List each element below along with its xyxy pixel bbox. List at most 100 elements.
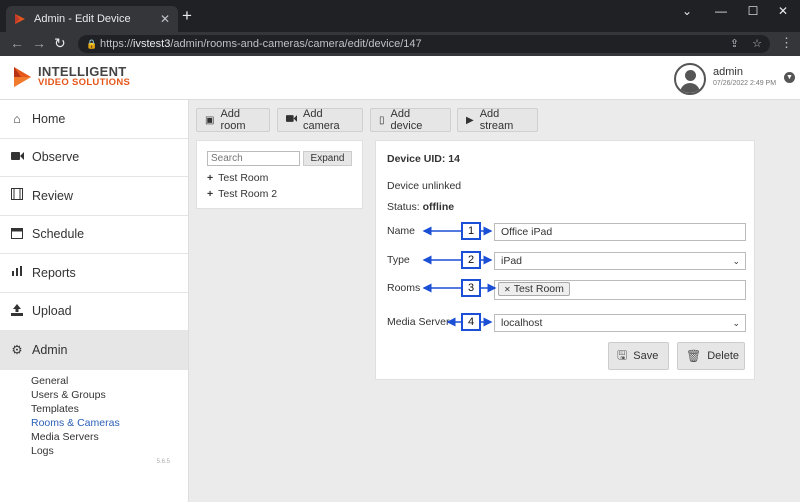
callout-3: 3: [461, 279, 481, 297]
add-stream-button[interactable]: ▶ Add stream: [457, 108, 538, 132]
callout-1: 1: [461, 222, 481, 240]
sidebar-item-home[interactable]: ⌂ Home: [0, 100, 188, 139]
name-field[interactable]: Office iPad: [494, 223, 746, 241]
room-icon: ▣: [205, 114, 215, 126]
forward-icon[interactable]: →: [32, 35, 46, 51]
sidebar-item-label: Review: [32, 188, 73, 203]
chevron-down-icon: ⌄: [732, 318, 740, 328]
version-label: 5.6.5: [156, 459, 170, 465]
subnav-logs[interactable]: Logs: [31, 444, 188, 458]
logo-line1: INTELLIGENT: [38, 64, 127, 79]
subnav-rooms-cameras[interactable]: Rooms & Cameras: [31, 416, 188, 430]
sidebar-item-upload[interactable]: Upload: [0, 293, 188, 331]
status-badge: offline: [422, 201, 455, 213]
url-prefix: https://: [100, 38, 134, 50]
remove-tag-icon[interactable]: ✕: [504, 285, 511, 294]
callout-2: 2: [461, 251, 481, 269]
browser-tab[interactable]: Admin - Edit Device ✕: [6, 6, 178, 32]
expand-button[interactable]: Expand: [303, 151, 352, 166]
home-icon: ⌂: [13, 111, 21, 126]
logo-line2: VIDEO SOLUTIONS: [38, 77, 131, 88]
bookmark-star-icon[interactable]: ☆: [752, 38, 762, 50]
callout-4: 4: [461, 313, 481, 331]
minimize-icon[interactable]: —: [706, 4, 736, 18]
play-circle-icon: ▶: [466, 114, 474, 126]
room-tag: ✕ Test Room: [498, 282, 570, 296]
name-label: Name: [387, 225, 416, 237]
device-form-panel: Device UID: 14 Device unlinked Status: o…: [375, 140, 755, 380]
expand-plus-icon[interactable]: +: [207, 172, 213, 184]
browser-titlebar: Admin - Edit Device ✕ + ⌄ — ☐ ✕: [0, 0, 800, 32]
reload-icon[interactable]: ↻: [54, 35, 66, 51]
rooms-label: Rooms: [387, 282, 421, 294]
user-menu-chevron-icon[interactable]: ▼: [784, 72, 795, 83]
lock-icon: 🔒: [86, 39, 98, 49]
url-path: /admin/rooms-and-cameras/camera/edit/dev…: [170, 38, 422, 50]
add-device-button[interactable]: ▯ Add device: [370, 108, 451, 132]
subnav-users-groups[interactable]: Users & Groups: [31, 388, 188, 402]
maximize-icon[interactable]: ☐: [738, 4, 768, 18]
tree-item-test-room[interactable]: + Test Room: [207, 172, 268, 184]
chevron-down-icon[interactable]: ⌄: [672, 4, 702, 18]
subnav-general[interactable]: General: [31, 374, 188, 388]
sidebar-item-label: Schedule: [32, 227, 85, 242]
browser-toolbar: ← → ↻ 🔒 https://ivstest3/admin/rooms-and…: [0, 32, 800, 56]
film-icon: [10, 188, 24, 203]
tree-search-input[interactable]: [207, 151, 300, 166]
tablet-icon: ▯: [379, 114, 385, 126]
delete-button[interactable]: 🗑 Delete: [677, 342, 745, 370]
sidebar-item-label: Admin: [32, 342, 68, 357]
room-tree-panel: Expand +Test Room +Test Room 2: [196, 140, 363, 209]
upload-icon: [10, 303, 24, 319]
share-icon[interactable]: ⇪: [730, 38, 739, 50]
rooms-field[interactable]: ✕ Test Room: [494, 280, 746, 300]
chevron-down-icon: ⌄: [732, 256, 740, 266]
app-favicon-icon: [15, 14, 25, 24]
trash-icon: 🗑: [686, 349, 702, 363]
back-icon[interactable]: ←: [10, 35, 24, 51]
tab-close-icon[interactable]: ✕: [160, 12, 170, 26]
floppy-disk-icon: 🖫: [617, 347, 628, 362]
subnav-templates[interactable]: Templates: [31, 402, 188, 416]
user-time: 07/26/2022 2:49 PM: [713, 80, 777, 87]
close-window-icon[interactable]: ✕: [768, 4, 798, 18]
video-camera-icon: [286, 114, 297, 126]
add-camera-button[interactable]: Add camera: [277, 108, 363, 132]
sidebar-item-admin[interactable]: ⚙ Admin: [0, 331, 188, 370]
media-server-select[interactable]: localhost ⌄: [494, 314, 746, 332]
admin-subnav: General Users & Groups Templates Rooms &…: [0, 370, 188, 458]
device-uid: Device UID: 14: [387, 153, 460, 165]
sidebar-item-reports[interactable]: Reports: [0, 254, 188, 293]
status-line: Status: offline: [387, 201, 455, 213]
new-tab-icon[interactable]: +: [182, 7, 192, 24]
sidebar-item-schedule[interactable]: Schedule: [0, 216, 188, 254]
browser-menu-icon[interactable]: ⋮: [780, 35, 793, 51]
tab-title: Admin - Edit Device: [34, 13, 131, 25]
sidebar-item-label: Home: [32, 111, 66, 126]
sidebar-item-label: Observe: [32, 150, 80, 165]
calendar-icon: [10, 227, 24, 242]
type-label: Type: [387, 254, 410, 266]
add-room-button[interactable]: ▣ Add room: [196, 108, 270, 132]
bar-chart-icon: [10, 265, 24, 280]
sidebar: ⌂ Home Observe Review Schedule Reports U…: [0, 100, 189, 502]
avatar[interactable]: [674, 63, 706, 95]
user-name: admin: [713, 66, 743, 78]
subnav-media-servers[interactable]: Media Servers: [31, 430, 188, 444]
video-camera-icon: [10, 150, 24, 164]
logo-play-icon: [14, 67, 31, 87]
type-select[interactable]: iPad ⌄: [494, 252, 746, 270]
save-button[interactable]: 🖫 Save: [608, 342, 669, 370]
address-bar[interactable]: 🔒 https://ivstest3/admin/rooms-and-camer…: [78, 35, 770, 53]
sidebar-item-label: Upload: [32, 304, 72, 319]
expand-plus-icon[interactable]: +: [207, 188, 213, 200]
logo: INTELLIGENT VIDEO SOLUTIONS: [12, 64, 131, 88]
tree-item-test-room-2[interactable]: + Test Room 2: [207, 188, 277, 200]
sidebar-item-review[interactable]: Review: [0, 177, 188, 216]
gear-icon: ⚙: [11, 343, 23, 358]
app-header: INTELLIGENT VIDEO SOLUTIONS admin 07/26/…: [0, 56, 800, 100]
media-server-label: Media Server: [387, 316, 450, 328]
sidebar-item-observe[interactable]: Observe: [0, 139, 188, 177]
link-status: Device unlinked: [387, 180, 462, 192]
url-host: ivstest3: [133, 38, 171, 50]
